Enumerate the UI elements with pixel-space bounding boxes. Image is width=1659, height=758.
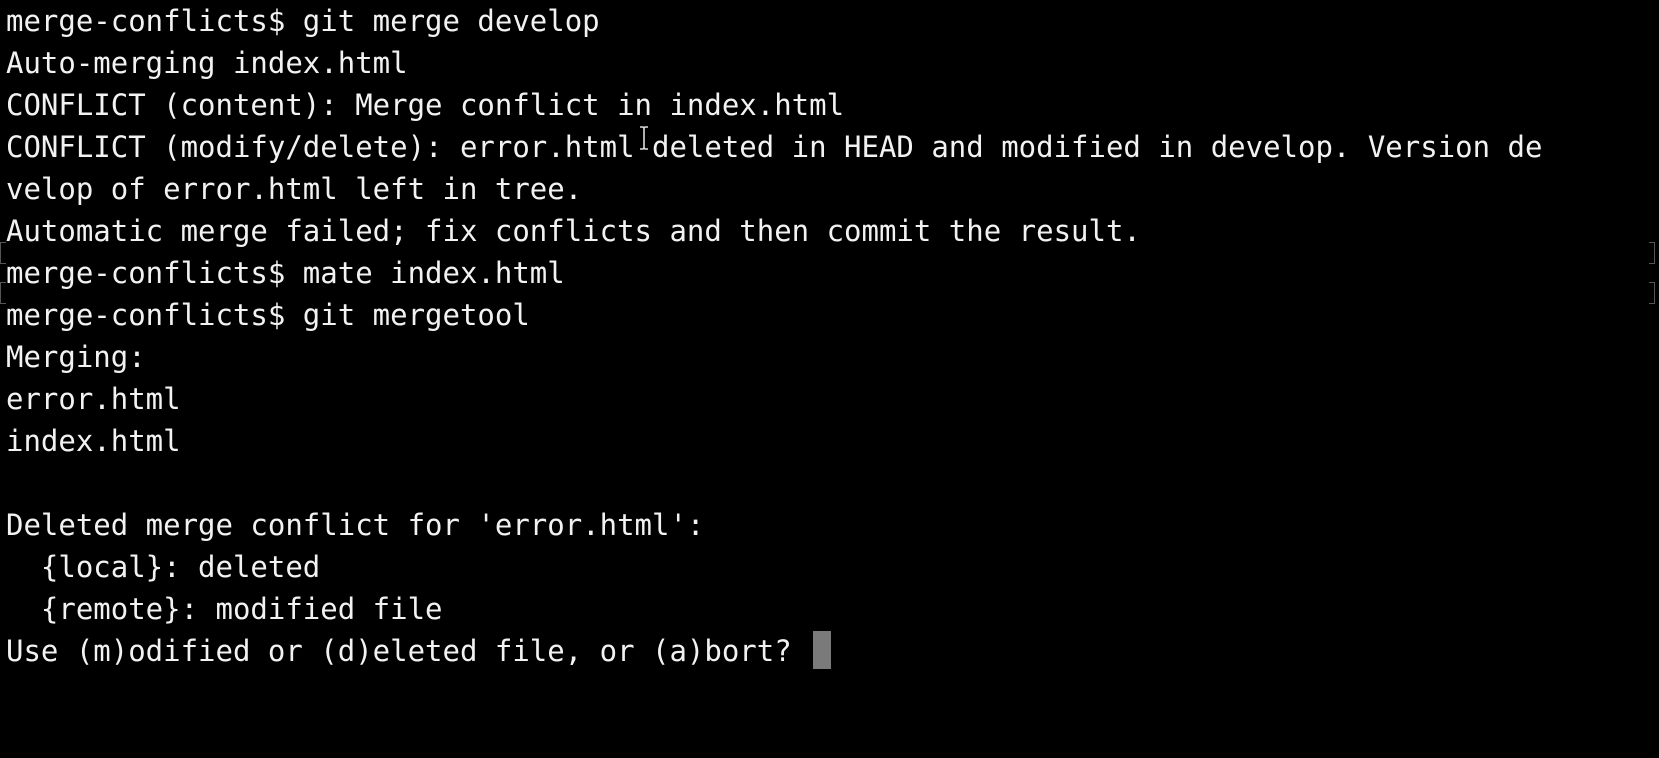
terminal-line: merge-conflicts$ mate index.html: [6, 256, 565, 290]
terminal-line: error.html: [6, 382, 181, 416]
terminal-line: merge-conflicts$ git mergetool: [6, 298, 530, 332]
terminal-line: velop of error.html left in tree.: [6, 172, 583, 206]
terminal-line: Auto-merging index.html: [6, 46, 408, 80]
ibeam-cursor-icon: [640, 126, 648, 150]
terminal-window[interactable]: merge-conflicts$ git merge develop Auto-…: [0, 0, 1659, 758]
terminal-line: {local}: deleted: [6, 550, 321, 584]
mark-right: [1649, 242, 1655, 264]
prompt-text: Use (m)odified or (d)eleted file, or (a)…: [6, 634, 810, 668]
terminal-line: Automatic merge failed; fix conflicts an…: [6, 214, 1141, 248]
terminal-line: Merging:: [6, 340, 146, 374]
terminal-line: index.html: [6, 424, 181, 458]
terminal-line: CONFLICT (content): Merge conflict in in…: [6, 88, 845, 122]
mark-right: [1649, 282, 1655, 304]
text-cursor: [813, 631, 832, 669]
terminal-line: CONFLICT (modify/delete): error.html del…: [6, 130, 1543, 164]
terminal-line: Deleted merge conflict for 'error.html':: [6, 508, 705, 542]
mark-left: [0, 282, 6, 304]
prompt-line[interactable]: Use (m)odified or (d)eleted file, or (a)…: [6, 630, 1659, 672]
mark-left: [0, 242, 6, 264]
terminal-line: merge-conflicts$ git merge develop: [6, 4, 600, 38]
terminal-line: {remote}: modified file: [6, 592, 443, 626]
